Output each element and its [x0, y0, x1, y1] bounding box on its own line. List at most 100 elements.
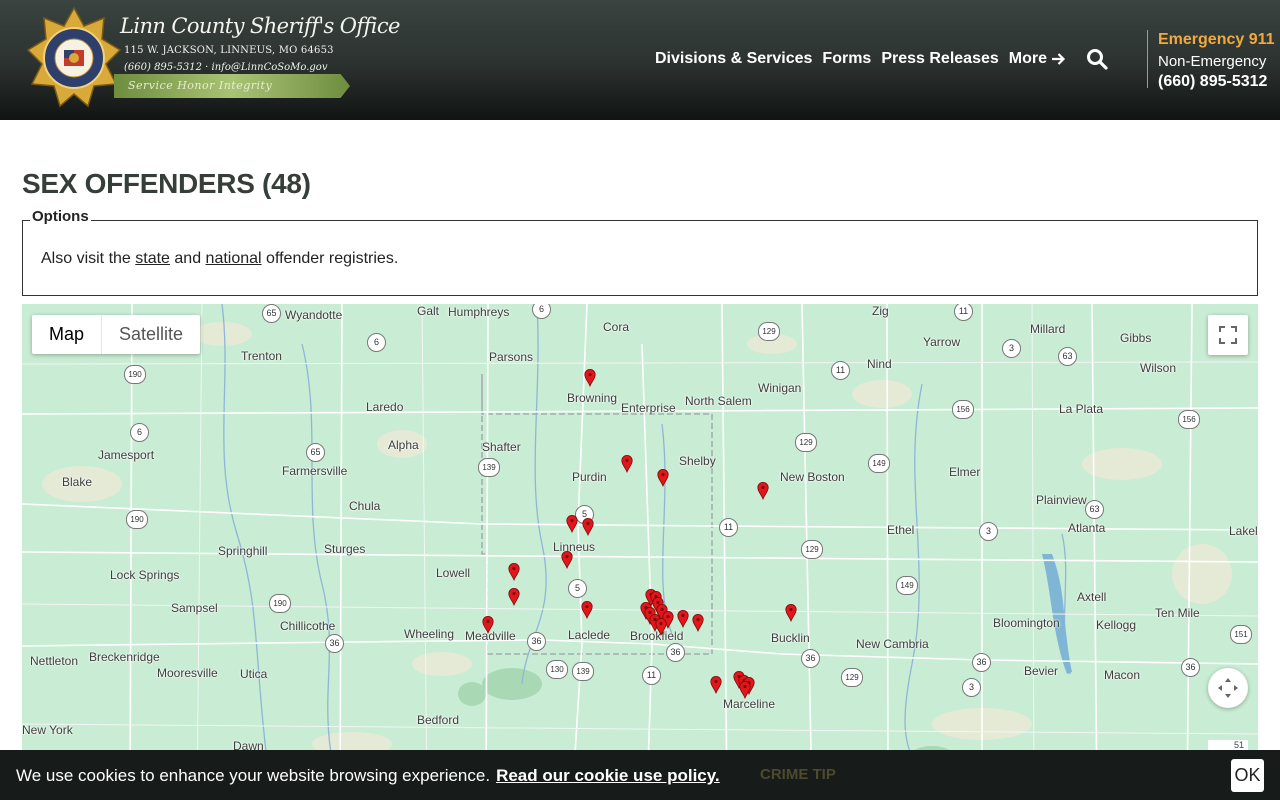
route-shield: 149 [896, 576, 918, 595]
route-shield: 3 [962, 678, 981, 697]
offender-marker-icon[interactable] [657, 469, 669, 487]
route-shield: 130 [546, 660, 568, 679]
route-shield: 129 [841, 668, 863, 687]
offender-marker-icon[interactable] [482, 616, 494, 634]
offender-marker-icon[interactable] [561, 551, 573, 569]
site-logo[interactable]: Linn County Sheriff's Office 115 W. JACK… [22, 6, 400, 112]
map-place-label: La Plata [1059, 402, 1104, 416]
map-place-label: Alpha [388, 438, 419, 452]
map-place-label: Yarrow [923, 335, 961, 349]
map-place-label: Browning [567, 391, 618, 405]
offender-marker-icon[interactable] [582, 518, 594, 536]
national-registry-link[interactable]: national [206, 250, 262, 267]
nav-press-releases[interactable]: Press Releases [881, 50, 998, 68]
map-place-label: Sampsel [171, 601, 218, 615]
offender-marker-icon[interactable] [508, 588, 520, 606]
offender-marker-icon[interactable] [621, 455, 633, 473]
route-shield: 36 [527, 632, 546, 651]
offender-marker-icon[interactable] [739, 681, 751, 699]
map-place-label: Laclede [568, 628, 611, 642]
route-shield: 139 [572, 662, 594, 681]
route-shield: 36 [666, 643, 685, 662]
route-shield: 5 [568, 579, 587, 598]
map-place-label: Bloomington [993, 616, 1060, 630]
offender-marker-icon[interactable] [677, 610, 689, 628]
logo-title: Linn County Sheriff's Office [120, 14, 400, 38]
offender-marker-icon[interactable] [508, 563, 520, 581]
map-place-label: Millard [1030, 322, 1066, 336]
offender-marker-icon[interactable] [566, 515, 578, 533]
map-place-label: Bedford [417, 713, 460, 727]
route-shield: 11 [831, 361, 850, 380]
route-shield: 129 [801, 540, 823, 559]
map-place-label: Chillicothe [280, 619, 336, 633]
map-place-label: Laredo [366, 400, 404, 414]
map-type-map-button[interactable]: Map [32, 315, 103, 354]
route-shield: 129 [758, 322, 780, 341]
offender-marker-icon[interactable] [581, 601, 593, 619]
map-place-label: Winigan [758, 381, 802, 395]
offender-marker-icon[interactable] [710, 676, 722, 694]
map-place-label: Purdin [572, 470, 607, 484]
route-shield: 36 [325, 634, 344, 653]
offender-marker-icon[interactable] [584, 369, 596, 387]
map-base [22, 304, 1258, 800]
route-shield: 11 [642, 666, 661, 685]
map-type-control: Map Satellite [32, 315, 201, 354]
route-shield: 129 [795, 433, 817, 452]
offender-marker-icon[interactable] [757, 482, 769, 500]
map-place-label: Wyandotte [285, 308, 343, 322]
route-shield: 3 [979, 522, 998, 541]
non-emergency-phone[interactable]: (660) 895-5312 [1158, 73, 1275, 91]
offender-marker-icon[interactable] [692, 614, 704, 632]
route-shield: 36 [801, 649, 820, 668]
offender-map[interactable]: Wyandotte Galt Humphreys Cora Zig Millard Gibb… [22, 304, 1258, 800]
map-place-label: North Salem [685, 394, 752, 408]
cookie-ok-button[interactable]: OK [1231, 759, 1264, 792]
page-title: SEX OFFENDERS (48) [22, 168, 311, 199]
options-text-mid: and [169, 250, 206, 267]
logo-motto: Service Honor Integrity [128, 79, 273, 92]
search-icon[interactable] [1086, 48, 1108, 70]
map-place-label: Nettleton [30, 654, 79, 668]
route-shield: 156 [1178, 410, 1200, 429]
offender-marker-icon[interactable] [785, 604, 797, 622]
cookie-policy-link[interactable]: Read our cookie use policy. [496, 766, 720, 785]
route-shield: 190 [126, 510, 148, 529]
map-place-label: Springhill [218, 544, 268, 558]
site-header: Linn County Sheriff's Office 115 W. JACK… [0, 0, 1280, 120]
map-place-label: New Boston [780, 470, 845, 484]
nav-more[interactable]: More [1009, 50, 1066, 68]
route-shield: 63 [1058, 347, 1077, 366]
map-place-label: Ethel [887, 523, 915, 537]
offender-marker-icon[interactable] [655, 618, 667, 636]
map-place-label: Blake [62, 475, 93, 489]
route-shield: 156 [952, 400, 974, 419]
route-shield: 65 [306, 443, 325, 462]
fullscreen-button[interactable] [1208, 315, 1248, 355]
map-place-label: Linneus [553, 540, 596, 554]
nav-more-label: More [1008, 50, 1047, 67]
fullscreen-icon [1219, 326, 1237, 344]
map-place-label: Zig [872, 304, 889, 318]
camera-control-button[interactable] [1208, 668, 1248, 708]
map-place-label: Lakeland [1229, 524, 1258, 538]
route-shield: 6 [367, 333, 386, 352]
state-registry-link[interactable]: state [135, 250, 170, 267]
map-place-label: Lowell [436, 566, 471, 580]
map-type-satellite-button[interactable]: Satellite [102, 315, 200, 354]
map-place-label: Wilson [1140, 361, 1177, 375]
map-place-label: Wheeling [404, 627, 455, 641]
map-place-label: Lock Springs [110, 568, 180, 582]
map-place-label: Ten Mile [1155, 606, 1200, 620]
nav-forms[interactable]: Forms [822, 50, 871, 68]
map-place-label: Atlanta [1068, 521, 1106, 535]
map-place-label: Bevier [1024, 664, 1059, 678]
route-shield: 139 [478, 458, 500, 477]
emergency-911[interactable]: Emergency 911 [1158, 30, 1275, 49]
route-shield: 6 [130, 423, 149, 442]
crime-tip-ghost: CRIME TIP [760, 766, 836, 783]
nav-divisions-services[interactable]: Divisions & Services [655, 50, 812, 68]
map-place-label: New York [22, 723, 73, 737]
map-place-label: Gibbs [1120, 331, 1152, 345]
